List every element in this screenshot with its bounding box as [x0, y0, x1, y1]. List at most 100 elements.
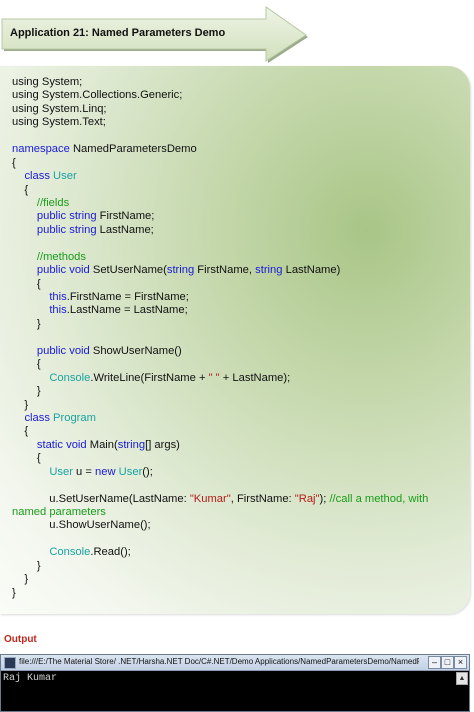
code-token: {: [12, 183, 29, 196]
code-token: using System;: [12, 76, 83, 88]
code-token: public: [36, 344, 67, 357]
code-line: public string LastName;: [12, 224, 464, 237]
code-token: , FirstName:: [230, 492, 295, 505]
code-line: Console.Read();: [12, 546, 464, 559]
close-button[interactable]: ×: [454, 656, 467, 669]
code-token: void: [66, 438, 87, 451]
code-token: new: [95, 465, 116, 478]
code-token: {: [12, 156, 16, 169]
code-token: }: [12, 398, 29, 411]
code-line: named parameters: [12, 506, 464, 519]
code-token: {: [12, 358, 41, 371]
code-token: [] args): [145, 438, 180, 451]
code-line: User u = new User();: [12, 466, 464, 479]
code-token: " ": [208, 371, 220, 384]
minimize-button[interactable]: –: [428, 656, 441, 669]
console-title: file:///E:/The Material Store/ .NET/Hars…: [19, 657, 419, 666]
code-token: //call a method, with: [329, 492, 429, 505]
code-token: {: [12, 452, 41, 465]
code-token: named parameters: [12, 506, 106, 518]
code-token: }: [12, 317, 41, 330]
code-token: {: [12, 425, 29, 438]
code-line: {: [12, 425, 464, 438]
code-token: Main(: [86, 438, 118, 451]
code-line: u.SetUserName(LastName: "Kumar", FirstNa…: [12, 493, 464, 506]
code-line: class Program: [12, 412, 464, 425]
code-line: }: [12, 385, 464, 398]
code-line: namespace NamedParametersDemo: [12, 143, 464, 156]
code-token: Console: [49, 546, 91, 559]
code-line: using System.Collections.Generic;: [12, 89, 464, 102]
code-token: //fields: [36, 196, 70, 209]
code-token: .LastName = LastName;: [66, 304, 188, 317]
page-title: Application 21: Named Parameters Demo: [10, 27, 226, 39]
code-token: string: [69, 210, 97, 223]
code-token: User: [118, 465, 143, 478]
code-token: public: [36, 210, 67, 223]
code-token: {: [12, 277, 41, 290]
code-line: public string FirstName;: [12, 210, 464, 223]
code-line: u.ShowUserName();: [12, 519, 464, 532]
code-token: .Read();: [90, 546, 131, 559]
code-token: string: [166, 264, 195, 277]
code-line: {: [12, 358, 464, 371]
code-token: SetUserName(: [89, 264, 167, 277]
code-line: }: [12, 573, 464, 586]
code-token: void: [69, 264, 90, 277]
code-line: this.LastName = LastName;: [12, 304, 464, 317]
code-token: }: [12, 559, 41, 572]
code-token: ShowUserName(): [89, 344, 182, 357]
code-token: public: [36, 264, 67, 277]
console-app-icon: [4, 657, 16, 669]
code-line: Console.WriteLine(FirstName + " " + Last…: [12, 372, 464, 385]
console-titlebar[interactable]: file:///E:/The Material Store/ .NET/Hars…: [1, 655, 469, 671]
code-token: Console: [49, 371, 91, 384]
code-line: using System.Linq;: [12, 103, 464, 116]
code-token: Program: [53, 411, 96, 424]
code-token: //methods: [36, 250, 87, 263]
code-token: using System.Text;: [12, 116, 106, 129]
maximize-button[interactable]: □: [441, 656, 454, 669]
code-line: }: [12, 318, 464, 331]
code-listing: using System; using System.Collections.Ge…: [12, 76, 464, 600]
code-token: ();: [142, 465, 153, 478]
code-token: LastName;: [96, 223, 154, 236]
code-token: using System.Linq;: [12, 102, 107, 115]
code-token: }: [12, 586, 16, 599]
code-line: public void ShowUserName(): [12, 345, 464, 358]
code-line: }: [12, 560, 464, 573]
code-token: string: [117, 438, 146, 451]
code-line: //fields: [12, 197, 464, 210]
scroll-up-arrow-icon[interactable]: ▲: [456, 672, 468, 685]
code-line: class User: [12, 170, 464, 183]
console-window: file:///E:/The Material Store/ .NET/Hars…: [0, 654, 470, 712]
code-token: u.ShowUserName();: [12, 519, 151, 532]
code-token: + LastName);: [219, 371, 291, 384]
code-token: static: [36, 438, 63, 451]
code-token: "Raj": [294, 492, 320, 505]
code-token: string: [69, 223, 97, 236]
code-line: public void SetUserName(string FirstName…: [12, 264, 464, 277]
code-token: FirstName,: [194, 264, 256, 277]
code-token: u.SetUserName(LastName:: [12, 492, 190, 505]
code-panel: using System; using System.Collections.Ge…: [0, 66, 470, 614]
code-token: this: [49, 291, 67, 303]
code-line: this.FirstName = FirstName;: [12, 291, 464, 304]
code-line: {: [12, 184, 464, 197]
code-line: {: [12, 452, 464, 465]
code-token: }: [12, 573, 29, 586]
console-output-text: Raj Kumar: [3, 673, 58, 684]
code-token: class: [24, 170, 50, 183]
